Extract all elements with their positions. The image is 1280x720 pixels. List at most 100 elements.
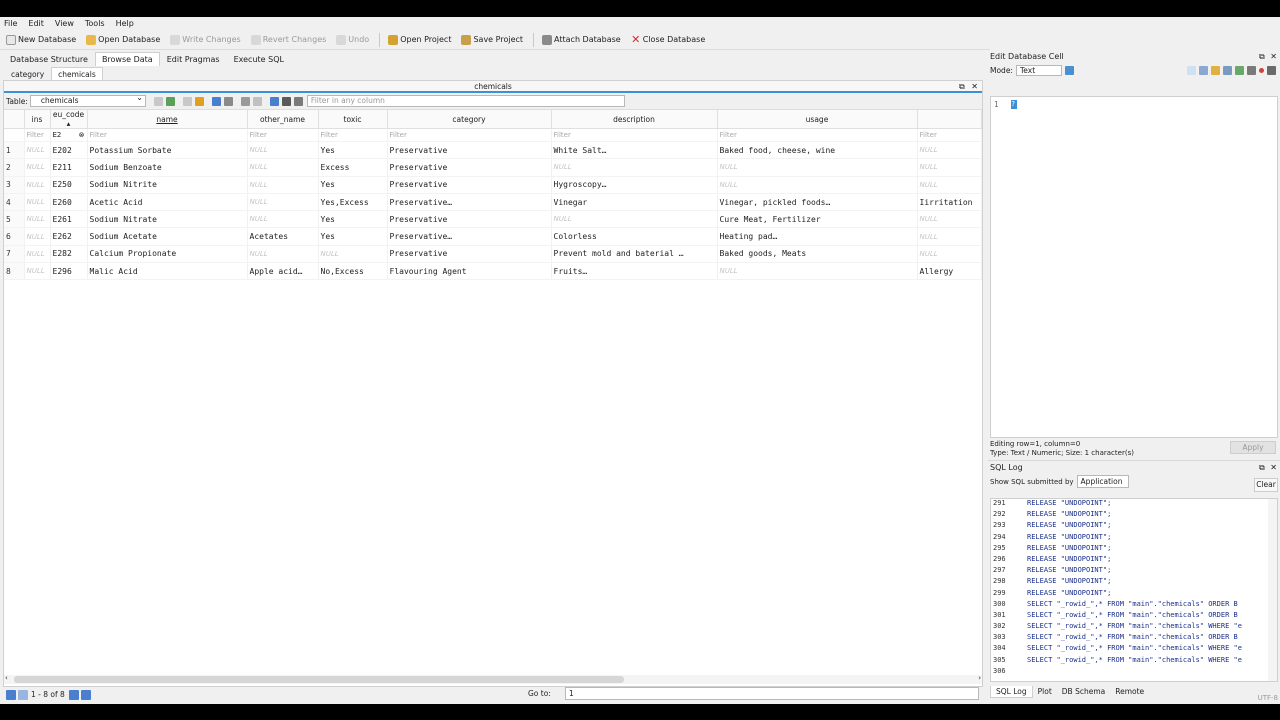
table-cell[interactable]: Heating pad… (717, 227, 918, 246)
table-cell[interactable]: Apple acid… (247, 262, 319, 281)
row-number[interactable]: 7 (4, 245, 25, 264)
row-number[interactable]: 5 (4, 210, 25, 229)
table-cell[interactable]: NULL (247, 210, 319, 229)
table-cell[interactable]: Preservative… (387, 193, 552, 212)
clear-log-button[interactable]: Clear (1254, 478, 1278, 492)
revert-changes-button[interactable]: Revert Changes (250, 34, 326, 45)
scroll-left-icon[interactable]: ‹ (5, 674, 8, 682)
table-row[interactable]: 1 NULL E202 Potassium Sorbate NULL Yes Preserv… (4, 141, 982, 160)
mode-select[interactable]: Text (1015, 65, 1062, 76)
sort-icon[interactable] (194, 96, 204, 106)
table-cell[interactable]: NULL (247, 176, 319, 194)
table-cell[interactable]: NULL (917, 158, 982, 177)
table-cell[interactable]: Flavouring Agent (387, 262, 552, 281)
table-row[interactable]: 6 NULL E262 Sodium Acetate Acetates Yes Preser… (4, 227, 982, 246)
table-cell[interactable]: NULL (24, 245, 51, 264)
table-cell[interactable]: Acetic Acid (87, 193, 248, 212)
table-cell[interactable]: NULL (917, 176, 982, 194)
table-cell[interactable]: Preservative (387, 210, 552, 229)
row-number[interactable]: 1 (4, 141, 25, 160)
table-cell[interactable]: No,Excess (318, 262, 388, 281)
table-cell[interactable]: NULL (24, 176, 51, 194)
attach-database-button[interactable]: Attach Database (542, 34, 621, 45)
tab-chemicals[interactable]: chemicals (51, 67, 103, 80)
scroll-right-icon[interactable]: › (978, 674, 981, 682)
table-cell[interactable]: NULL (24, 158, 51, 177)
column-header-extra[interactable] (917, 110, 982, 129)
menu-file[interactable]: File (4, 19, 17, 28)
table-cell[interactable]: Preservative (387, 176, 552, 194)
table-row[interactable]: 4 NULL E260 Acetic Acid NULL Yes,Excess Preser… (4, 193, 982, 212)
table-cell[interactable]: NULL (717, 158, 918, 177)
print-cell-icon[interactable] (1247, 66, 1256, 75)
filter-toxic[interactable]: Filter (318, 128, 388, 142)
table-cell[interactable]: Yes (318, 176, 388, 194)
table-cell[interactable]: Preservative (387, 245, 552, 264)
tab-db-schema[interactable]: DB Schema (1057, 686, 1110, 698)
table-cell[interactable]: NULL (318, 245, 388, 264)
refresh-icon[interactable] (165, 96, 175, 106)
filter-description[interactable]: Filter (551, 128, 718, 142)
table-cell[interactable]: E211 (50, 158, 88, 177)
float-icon[interactable]: ⧉ (1259, 463, 1265, 472)
clear-sort-icon[interactable] (182, 96, 192, 106)
table-cell[interactable]: Yes,Excess (318, 193, 388, 212)
table-cell[interactable]: Preservative (387, 141, 552, 160)
table-cell[interactable]: E296 (50, 262, 88, 281)
table-cell[interactable]: Yes (318, 141, 388, 160)
table-cell[interactable]: NULL (24, 193, 51, 212)
table-cell[interactable]: Yes (318, 210, 388, 229)
table-cell[interactable]: Excess (318, 158, 388, 177)
menu-edit[interactable]: Edit (28, 19, 44, 28)
table-cell[interactable]: NULL (917, 227, 982, 246)
table-cell[interactable]: NULL (551, 158, 718, 177)
table-cell[interactable]: Colorless (551, 227, 718, 246)
auto-format-icon[interactable] (1064, 66, 1074, 75)
column-header-ins[interactable]: ins (24, 110, 51, 129)
menu-view[interactable]: View (55, 19, 74, 28)
menu-tools[interactable]: Tools (85, 19, 105, 28)
open-database-button[interactable]: Open Database (86, 34, 160, 45)
close-pane-icon[interactable]: ✕ (971, 82, 978, 91)
table-cell[interactable]: Calcium Propionate (87, 245, 248, 264)
table-cell[interactable]: Sodium Nitrite (87, 176, 248, 194)
table-cell[interactable]: NULL (717, 262, 918, 281)
column-header-other-name[interactable]: other_name (247, 110, 319, 129)
printer-icon[interactable] (1267, 66, 1276, 75)
column-header-usage[interactable]: usage (717, 110, 918, 129)
import-icon[interactable] (1211, 66, 1220, 75)
column-header-category[interactable]: category (387, 110, 552, 129)
goto-input[interactable]: 1 (565, 687, 979, 700)
tab-execute-sql[interactable]: Execute SQL (227, 52, 291, 66)
column-header-name[interactable]: name (87, 110, 248, 129)
sql-source-select[interactable]: Application (1076, 475, 1129, 488)
menu-help[interactable]: Help (116, 19, 134, 28)
write-changes-button[interactable]: Write Changes (170, 34, 241, 45)
tab-browse-data[interactable]: Browse Data (94, 52, 160, 66)
horizontal-scrollbar[interactable]: ‹ › (4, 674, 982, 684)
table-row[interactable]: 5 NULL E261 Sodium Nitrate NULL Yes Preservati… (4, 210, 982, 229)
apply-button[interactable]: Apply (1230, 441, 1276, 454)
open-project-button[interactable]: Open Project (388, 34, 451, 45)
table-cell[interactable]: NULL (247, 245, 319, 264)
set-null-icon[interactable] (1235, 66, 1244, 75)
table-cell[interactable]: Prevent mold and baterial … (551, 245, 718, 264)
row-number[interactable]: 8 (4, 262, 25, 281)
word-wrap-icon[interactable] (1187, 66, 1196, 75)
corner-cell[interactable] (4, 110, 25, 129)
table-cell[interactable]: NULL (24, 141, 51, 160)
last-record-icon[interactable] (80, 689, 91, 700)
table-row[interactable]: 3 NULL E250 Sodium Nitrite NULL Yes Preservati… (4, 176, 982, 194)
tab-plot[interactable]: Plot (1033, 686, 1057, 698)
first-record-icon[interactable] (6, 689, 16, 700)
tab-sql-log[interactable]: SQL Log (990, 686, 1033, 698)
filter-any-column-input[interactable]: Filter in any column (306, 95, 625, 107)
insert-record-icon[interactable] (240, 96, 250, 106)
export-icon[interactable] (1223, 66, 1232, 75)
save-project-button[interactable]: Save Project (461, 34, 523, 45)
table-cell[interactable]: Yes (318, 227, 388, 246)
table-cell[interactable]: Allergy (917, 262, 982, 281)
delete-record-icon[interactable] (252, 96, 262, 106)
table-cell[interactable]: Sodium Nitrate (87, 210, 248, 229)
table-cell[interactable]: E262 (50, 227, 88, 246)
